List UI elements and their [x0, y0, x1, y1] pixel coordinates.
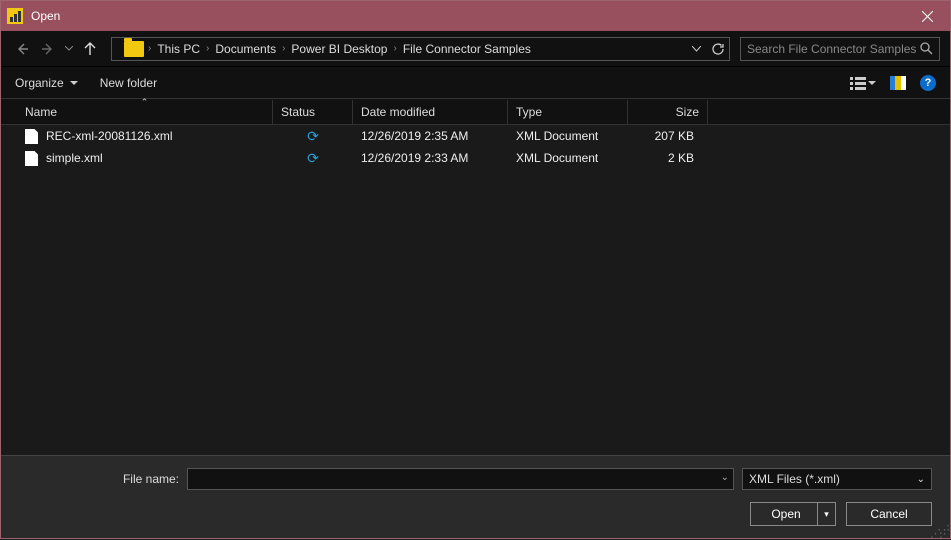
chevron-down-icon[interactable] — [692, 46, 701, 52]
chevron-down-icon: ⌄ — [917, 474, 925, 485]
column-date[interactable]: Date modified — [353, 100, 508, 124]
organize-label: Organize — [15, 76, 64, 90]
column-status[interactable]: Status — [273, 100, 353, 124]
preview-pane-button[interactable] — [890, 76, 906, 90]
sync-icon: ⟳ — [307, 128, 319, 144]
refresh-icon[interactable] — [711, 42, 725, 56]
file-date: 12/26/2019 2:35 AM — [353, 129, 508, 143]
file-type-filter[interactable]: XML Files (*.xml) ⌄ — [742, 468, 932, 490]
chevron-down-icon — [868, 81, 876, 85]
arrow-left-icon — [15, 42, 29, 56]
titlebar: Open — [1, 1, 950, 31]
arrow-up-icon — [83, 42, 97, 56]
organize-menu[interactable]: Organize — [15, 76, 78, 90]
folder-icon — [124, 41, 144, 57]
open-button[interactable]: Open ▾ — [750, 502, 836, 526]
close-icon — [922, 11, 933, 22]
cancel-label: Cancel — [870, 507, 907, 521]
file-name: simple.xml — [46, 151, 103, 165]
chevron-right-icon: › — [206, 43, 209, 54]
file-icon — [25, 129, 38, 144]
column-headers: ⌃ Name Status Date modified Type Size — [1, 99, 950, 125]
up-button[interactable] — [79, 38, 101, 60]
list-view-icon — [850, 76, 866, 90]
window-title: Open — [31, 9, 60, 23]
crumb-documents[interactable]: Documents — [211, 42, 280, 56]
chevron-down-icon — [65, 46, 73, 51]
crumb-thispc[interactable]: This PC — [153, 42, 204, 56]
file-type: XML Document — [508, 151, 628, 165]
file-type: XML Document — [508, 129, 628, 143]
address-bar[interactable]: › This PC › Documents › Power BI Desktop… — [111, 37, 730, 61]
filename-label: File name: — [1, 472, 179, 486]
chevron-right-icon: › — [393, 43, 396, 54]
filter-label: XML Files (*.xml) — [749, 472, 840, 486]
file-list: REC-xml-20081126.xml ⟳ 12/26/2019 2:35 A… — [1, 125, 950, 455]
help-glyph: ? — [925, 77, 932, 89]
chevron-right-icon: › — [282, 43, 285, 54]
column-type[interactable]: Type — [508, 100, 628, 124]
help-button[interactable]: ? — [920, 75, 936, 91]
search-icon — [920, 42, 933, 55]
sync-icon: ⟳ — [307, 150, 319, 166]
search-placeholder: Search File Connector Samples — [747, 42, 916, 56]
chevron-right-icon: › — [148, 43, 151, 54]
forward-button[interactable] — [37, 38, 59, 60]
app-icon — [7, 8, 23, 24]
close-button[interactable] — [905, 1, 950, 31]
bottom-panel: File name: ⌄ XML Files (*.xml) ⌄ Open ▾ … — [1, 455, 950, 538]
sort-asc-icon: ⌃ — [141, 97, 149, 108]
navbar: › This PC › Documents › Power BI Desktop… — [1, 31, 950, 67]
search-input[interactable]: Search File Connector Samples — [740, 37, 940, 61]
arrow-right-icon — [41, 42, 55, 56]
back-button[interactable] — [11, 38, 33, 60]
file-icon — [25, 151, 38, 166]
new-folder-button[interactable]: New folder — [100, 76, 157, 90]
chevron-down-icon[interactable]: ⌄ — [721, 472, 729, 483]
file-size: 207 KB — [628, 129, 708, 143]
recent-dropdown[interactable] — [63, 38, 75, 60]
toolbar: Organize New folder ? — [1, 67, 950, 99]
filename-input[interactable]: ⌄ — [187, 468, 734, 490]
cancel-button[interactable]: Cancel — [846, 502, 932, 526]
file-row[interactable]: REC-xml-20081126.xml ⟳ 12/26/2019 2:35 A… — [1, 125, 950, 147]
chevron-down-icon — [70, 81, 78, 85]
open-split-dropdown[interactable]: ▾ — [817, 503, 835, 525]
file-size: 2 KB — [628, 151, 708, 165]
crumb-powerbi[interactable]: Power BI Desktop — [287, 42, 391, 56]
column-name[interactable]: ⌃ Name — [17, 100, 273, 124]
resize-grip[interactable]: ⋰⋰⋰ — [930, 528, 948, 536]
view-options-button[interactable] — [850, 76, 876, 90]
column-size[interactable]: Size — [628, 100, 708, 124]
open-label: Open — [771, 507, 814, 521]
file-name: REC-xml-20081126.xml — [46, 129, 173, 143]
file-row[interactable]: simple.xml ⟳ 12/26/2019 2:33 AM XML Docu… — [1, 147, 950, 169]
file-date: 12/26/2019 2:33 AM — [353, 151, 508, 165]
crumb-samples[interactable]: File Connector Samples — [399, 42, 535, 56]
